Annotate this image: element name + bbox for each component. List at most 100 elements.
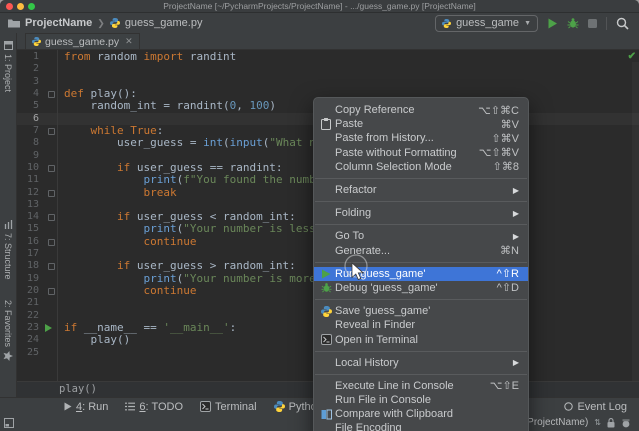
menu-item-shortcut: ^⇧D [496, 282, 519, 295]
menu-separator [315, 299, 527, 301]
run-gutter-icon[interactable] [45, 324, 52, 333]
debug-button[interactable] [567, 17, 579, 29]
menu-separator [315, 224, 527, 226]
stop-button[interactable] [588, 18, 597, 28]
line-number: 11 [26, 174, 39, 186]
menu-item-folding[interactable]: Folding ▶ [314, 206, 528, 220]
menu-item-copy-reference[interactable]: Copy Reference ⌥⇧⌘C [314, 103, 528, 117]
inspections-hector-icon[interactable] [621, 418, 631, 428]
pycharm-window: ProjectName [~/PycharmProjects/ProjectNa… [0, 0, 639, 431]
line-number: 14 [26, 211, 39, 223]
sidebar-item-structure[interactable]: 7: Structure [3, 220, 13, 280]
run-icon [321, 269, 335, 279]
tab-guess-game[interactable]: guess_game.py ✕ [25, 33, 140, 49]
tab-label: guess_game.py [45, 35, 120, 48]
line-number: 17 [26, 248, 39, 260]
fold-marker-icon[interactable] [48, 189, 55, 197]
toolwindow-button-terminal[interactable]: Terminal [200, 401, 257, 413]
terminal-icon [321, 334, 335, 346]
fold-marker-icon[interactable] [48, 127, 55, 135]
menu-item-column-selection-mode[interactable]: Column Selection Mode ⇧⌘8 [314, 160, 528, 174]
position-widget-icon[interactable]: ⇅ [594, 418, 601, 427]
line-number: 7 [32, 124, 39, 136]
line-number: 24 [26, 334, 39, 346]
left-tool-window-stripe: 1: Project 7: Structure 2: Favorites [0, 33, 17, 397]
menu-item-go-to[interactable]: Go To ▶ [314, 229, 528, 243]
event-log-button[interactable]: Event Log [564, 401, 639, 413]
menu-item-label: Refactor [335, 184, 377, 197]
menu-item-paste-without-formatting[interactable]: Paste without Formatting ⌥⇧⌘V [314, 146, 528, 160]
line-number: 4 [32, 87, 39, 99]
menu-item-run-guess-game[interactable]: Run 'guess_game' ^⇧R [314, 266, 528, 281]
menu-item-debug-guess-game[interactable]: Debug 'guess_game' ^⇧D [314, 281, 528, 295]
menu-item-shortcut: ⌘N [500, 245, 519, 258]
menu-item-label: Save 'guess_game' [335, 305, 431, 318]
menu-item-file-encoding[interactable]: File Encoding [314, 421, 528, 431]
menu-item-run-file-in-console[interactable]: Run File in Console [314, 393, 528, 407]
menu-item-label: Compare with Clipboard [335, 408, 453, 421]
title-bar: ProjectName [~/PycharmProjects/ProjectNa… [0, 0, 639, 13]
menu-item-compare-with-clipboard[interactable]: Compare with Clipboard [314, 407, 528, 421]
menu-item-open-in-terminal[interactable]: Open in Terminal [314, 332, 528, 346]
fold-marker-icon[interactable] [48, 288, 55, 296]
chevron-down-icon: ▼ [524, 19, 531, 27]
menu-item-label: Paste without Formatting [335, 146, 457, 159]
submenu-arrow-icon: ▶ [512, 231, 519, 241]
run-configuration-select[interactable]: guess_game ▼ [435, 14, 538, 32]
line-number: 13 [26, 198, 39, 210]
code-line[interactable]: from random import randint [58, 50, 639, 63]
search-everywhere-icon[interactable] [616, 17, 629, 30]
run-toolbar: guess_game ▼ [435, 14, 639, 32]
breadcrumb-file[interactable]: guess_game.py [125, 17, 203, 29]
toggle-toolwindows-icon[interactable] [4, 417, 14, 428]
menu-item-shortcut: ⌘V [500, 118, 519, 131]
lock-icon[interactable] [607, 417, 615, 428]
code-line[interactable] [58, 63, 639, 75]
editor-gutter: 1 2 3 4 5 6 7 8 9 10 11 12 13 14 15 16 17 18 19 20 21 22 23 24 2… [17, 50, 58, 381]
run-button[interactable] [547, 18, 558, 29]
menu-item-label: Reveal in Finder [335, 319, 416, 332]
submenu-arrow-icon: ▶ [512, 185, 519, 195]
menu-item-paste[interactable]: Paste ⌘V [314, 117, 528, 131]
python-file-icon [109, 18, 120, 28]
fold-marker-icon[interactable] [48, 263, 55, 271]
breadcrumb-project[interactable]: ProjectName [25, 17, 92, 29]
menu-separator [315, 201, 527, 203]
menu-item-execute-line-in-console[interactable]: Execute Line in Console ⌥⇧E [314, 379, 528, 393]
toolwindow-button-todo[interactable]: 6: TODO [125, 401, 183, 413]
python-icon [442, 18, 452, 28]
fold-marker-icon[interactable] [48, 238, 55, 246]
menu-item-reveal-in-finder[interactable]: Reveal in Finder [314, 318, 528, 332]
menu-item-label: Open in Terminal [335, 333, 418, 346]
menu-item-label: Folding [335, 207, 372, 220]
main-toolbar: ProjectName ❯ guess_game.py guess_game ▼ [0, 13, 639, 34]
menu-item-shortcut: ^⇧R [496, 268, 519, 281]
line-number: 5 [32, 100, 39, 112]
sidebar-item-project[interactable]: 1: Project [3, 41, 13, 92]
python-icon [273, 401, 285, 412]
fold-marker-icon[interactable] [48, 90, 55, 98]
terminal-icon [200, 401, 212, 412]
menu-item-local-history[interactable]: Local History ▶ [314, 356, 528, 370]
menu-item-generate[interactable]: Generate... ⌘N [314, 244, 528, 258]
menu-item-label: Generate... [335, 244, 391, 257]
line-number: 20 [26, 285, 39, 297]
menu-item-label: File Encoding [335, 422, 402, 431]
menu-item-label: Execute Line in Console [335, 379, 454, 392]
inspection-ok-icon[interactable]: ✔ [628, 51, 636, 62]
fold-marker-icon[interactable] [48, 214, 55, 222]
fold-marker-icon[interactable] [48, 164, 55, 172]
compare-icon [321, 409, 335, 420]
menu-item-save-guess-game[interactable]: Save 'guess_game' [314, 304, 528, 318]
toolwindow-button-run[interactable]: 4: Run [64, 401, 108, 413]
editor-tab-bar: guess_game.py ✕ [17, 33, 639, 50]
menu-item-shortcut: ⌥⇧⌘C [478, 104, 519, 117]
close-tab-icon[interactable]: ✕ [125, 36, 133, 47]
python-file-icon [32, 37, 41, 46]
menu-item-paste-from-history[interactable]: Paste from History... ⇧⌘V [314, 131, 528, 145]
sidebar-item-favorites[interactable]: 2: Favorites [3, 300, 13, 361]
submenu-arrow-icon: ▶ [512, 208, 519, 218]
code-line[interactable] [58, 76, 639, 88]
editor-scrollbar[interactable] [632, 62, 639, 381]
menu-item-refactor[interactable]: Refactor ▶ [314, 183, 528, 197]
